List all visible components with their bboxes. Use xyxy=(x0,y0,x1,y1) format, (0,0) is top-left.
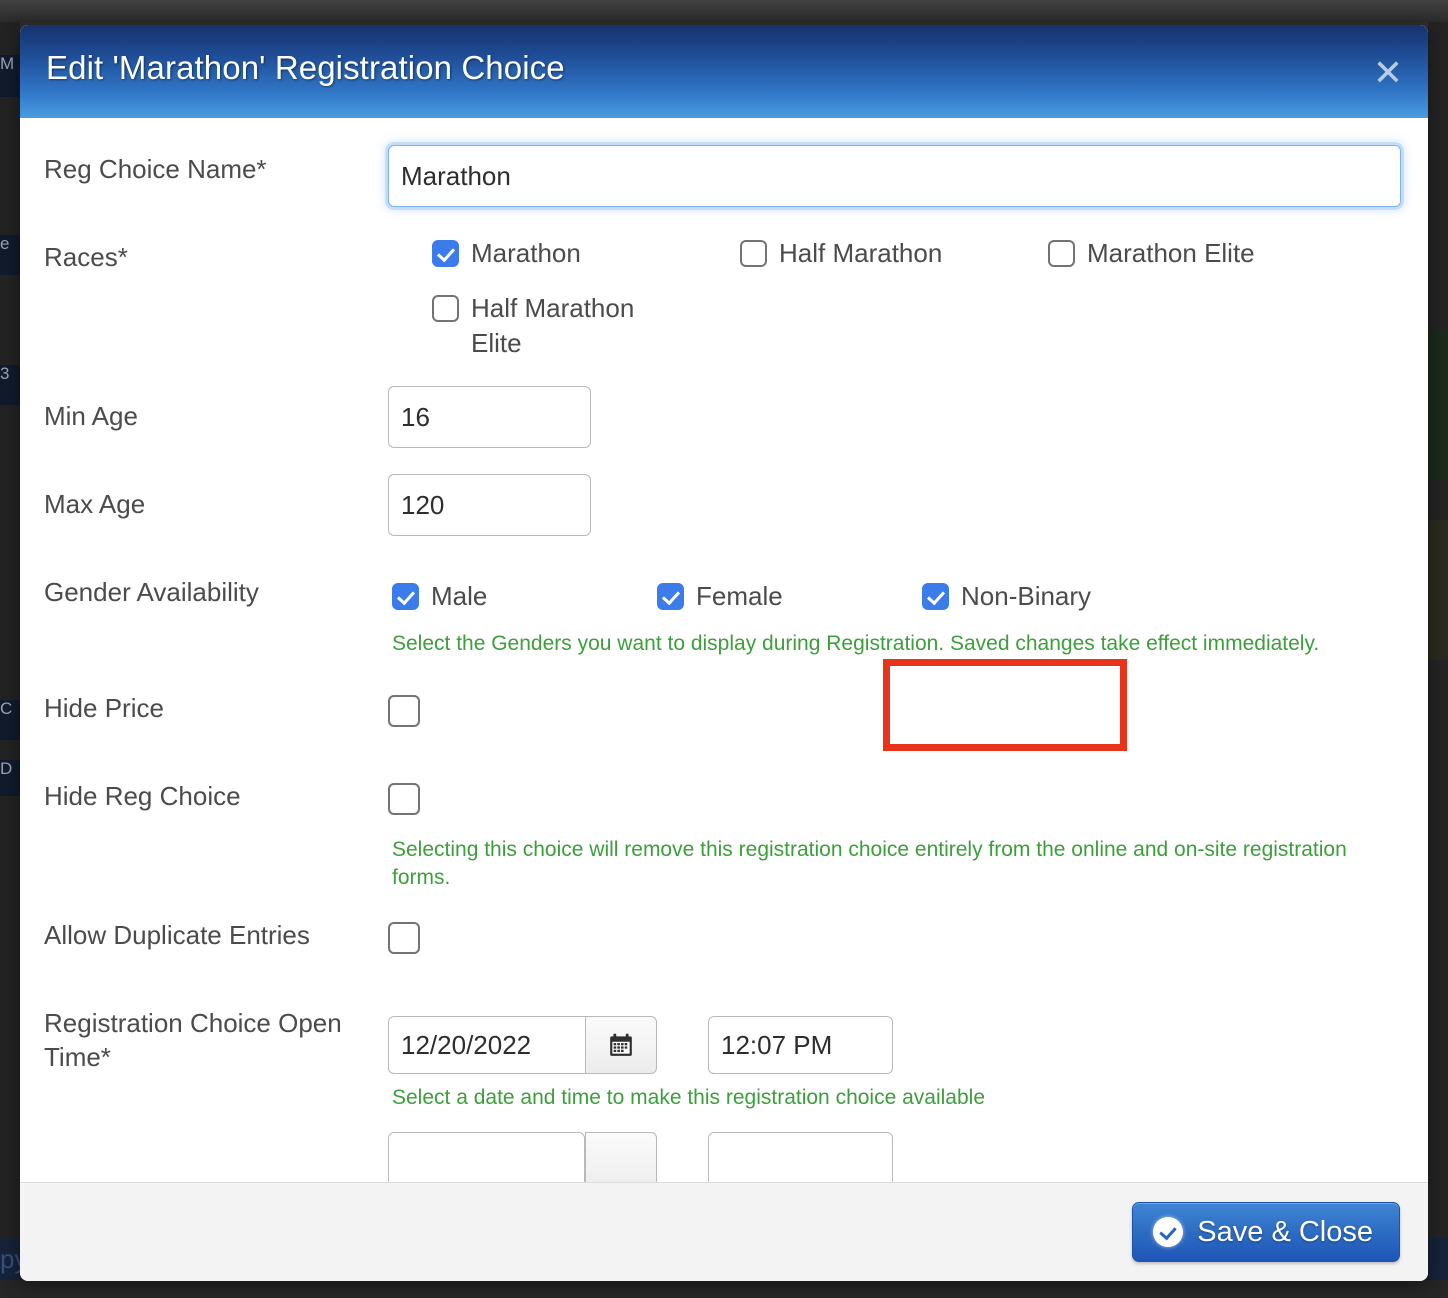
hide-reg-choice-label: Hide Reg Choice xyxy=(44,779,384,813)
hide-reg-choice-help-text: Selecting this choice will remove this r… xyxy=(392,836,1402,893)
browser-top-strip xyxy=(0,0,1448,22)
checkbox-box[interactable] xyxy=(657,583,684,610)
save-button-label: Save & Close xyxy=(1197,1216,1373,1249)
reg-choice-name-input[interactable] xyxy=(388,145,1401,207)
checkbox-hide-reg-choice[interactable] xyxy=(388,779,420,815)
check-circle-icon xyxy=(1153,1217,1183,1247)
backdrop-left-column xyxy=(0,22,20,1298)
checkbox-allow-duplicate-entries[interactable] xyxy=(388,918,420,954)
backdrop-chip: D xyxy=(0,760,20,796)
backdrop-chip-right xyxy=(1428,520,1448,660)
close-icon[interactable]: ✕ xyxy=(1366,51,1410,95)
modal-body: Reg Choice Name* Races* Marathon Half Ma… xyxy=(20,118,1428,1182)
gender-availability-help-text: Select the Genders you want to display d… xyxy=(392,630,1402,658)
calendar-icon[interactable] xyxy=(585,1016,657,1074)
clipped-time-input[interactable] xyxy=(708,1132,893,1182)
max-age-label: Max Age xyxy=(44,487,384,521)
checkbox-label: Half Marathon Elite xyxy=(471,291,658,361)
backdrop-bottom-bar xyxy=(0,1280,1448,1298)
clipped-calendar-button[interactable] xyxy=(585,1132,657,1182)
checkbox-race-marathon-elite[interactable]: Marathon Elite xyxy=(1048,236,1255,271)
checkbox-box[interactable] xyxy=(922,583,949,610)
backdrop-right-column xyxy=(1428,22,1448,1298)
races-label: Races* xyxy=(44,240,384,274)
checkbox-box[interactable] xyxy=(388,922,420,954)
checkbox-gender-male[interactable]: Male xyxy=(392,579,487,614)
checkbox-label: Marathon xyxy=(471,236,581,271)
backdrop-chip: 3 xyxy=(0,365,20,405)
modal-footer: Save & Close xyxy=(20,1182,1428,1281)
reg-choice-name-label: Reg Choice Name* xyxy=(44,152,384,186)
checkbox-label: Half Marathon xyxy=(779,236,942,271)
checkbox-gender-non-binary[interactable]: Non-Binary xyxy=(922,579,1091,614)
checkbox-box[interactable] xyxy=(740,240,767,267)
open-time-label: Registration Choice Open Time* xyxy=(44,1006,384,1075)
backdrop-chip: e xyxy=(0,235,20,275)
open-date-group xyxy=(388,1016,657,1074)
checkbox-box[interactable] xyxy=(432,295,459,322)
checkbox-label: Female xyxy=(696,579,783,614)
open-date-input[interactable] xyxy=(388,1016,585,1074)
checkbox-race-half-marathon[interactable]: Half Marathon xyxy=(740,236,942,271)
min-age-label: Min Age xyxy=(44,399,384,433)
checkbox-box[interactable] xyxy=(432,240,459,267)
checkbox-label: Marathon Elite xyxy=(1087,236,1255,271)
checkbox-label: Non-Binary xyxy=(961,579,1091,614)
checkbox-box[interactable] xyxy=(388,695,420,727)
gender-availability-label: Gender Availability xyxy=(44,575,384,609)
checkbox-label: Male xyxy=(431,579,487,614)
open-time-input[interactable] xyxy=(708,1016,893,1074)
checkbox-box[interactable] xyxy=(1048,240,1075,267)
checkbox-race-marathon[interactable]: Marathon xyxy=(432,236,581,271)
modal-title: Edit 'Marathon' Registration Choice xyxy=(46,49,565,87)
min-age-input[interactable] xyxy=(388,386,591,448)
checkbox-gender-female[interactable]: Female xyxy=(657,579,783,614)
backdrop-chip: M xyxy=(0,55,20,97)
checkbox-hide-price[interactable] xyxy=(388,691,420,727)
hide-price-label: Hide Price xyxy=(44,691,384,725)
checkbox-race-half-marathon-elite[interactable]: Half Marathon Elite xyxy=(432,291,658,361)
open-time-help-text: Select a date and time to make this regi… xyxy=(392,1084,1402,1112)
save-and-close-button[interactable]: Save & Close xyxy=(1132,1202,1400,1262)
max-age-input[interactable] xyxy=(388,474,591,536)
backdrop-chip-right xyxy=(1428,330,1448,480)
checkbox-box[interactable] xyxy=(388,783,420,815)
edit-registration-choice-modal: Edit 'Marathon' Registration Choice ✕ Re… xyxy=(20,25,1428,1281)
allow-duplicate-entries-label: Allow Duplicate Entries xyxy=(44,918,384,952)
checkbox-box[interactable] xyxy=(392,583,419,610)
modal-header: Edit 'Marathon' Registration Choice ✕ xyxy=(20,25,1428,118)
non-binary-highlight-annotation xyxy=(883,659,1127,751)
backdrop-chip: C xyxy=(0,700,20,740)
clipped-date-input[interactable] xyxy=(388,1132,585,1182)
